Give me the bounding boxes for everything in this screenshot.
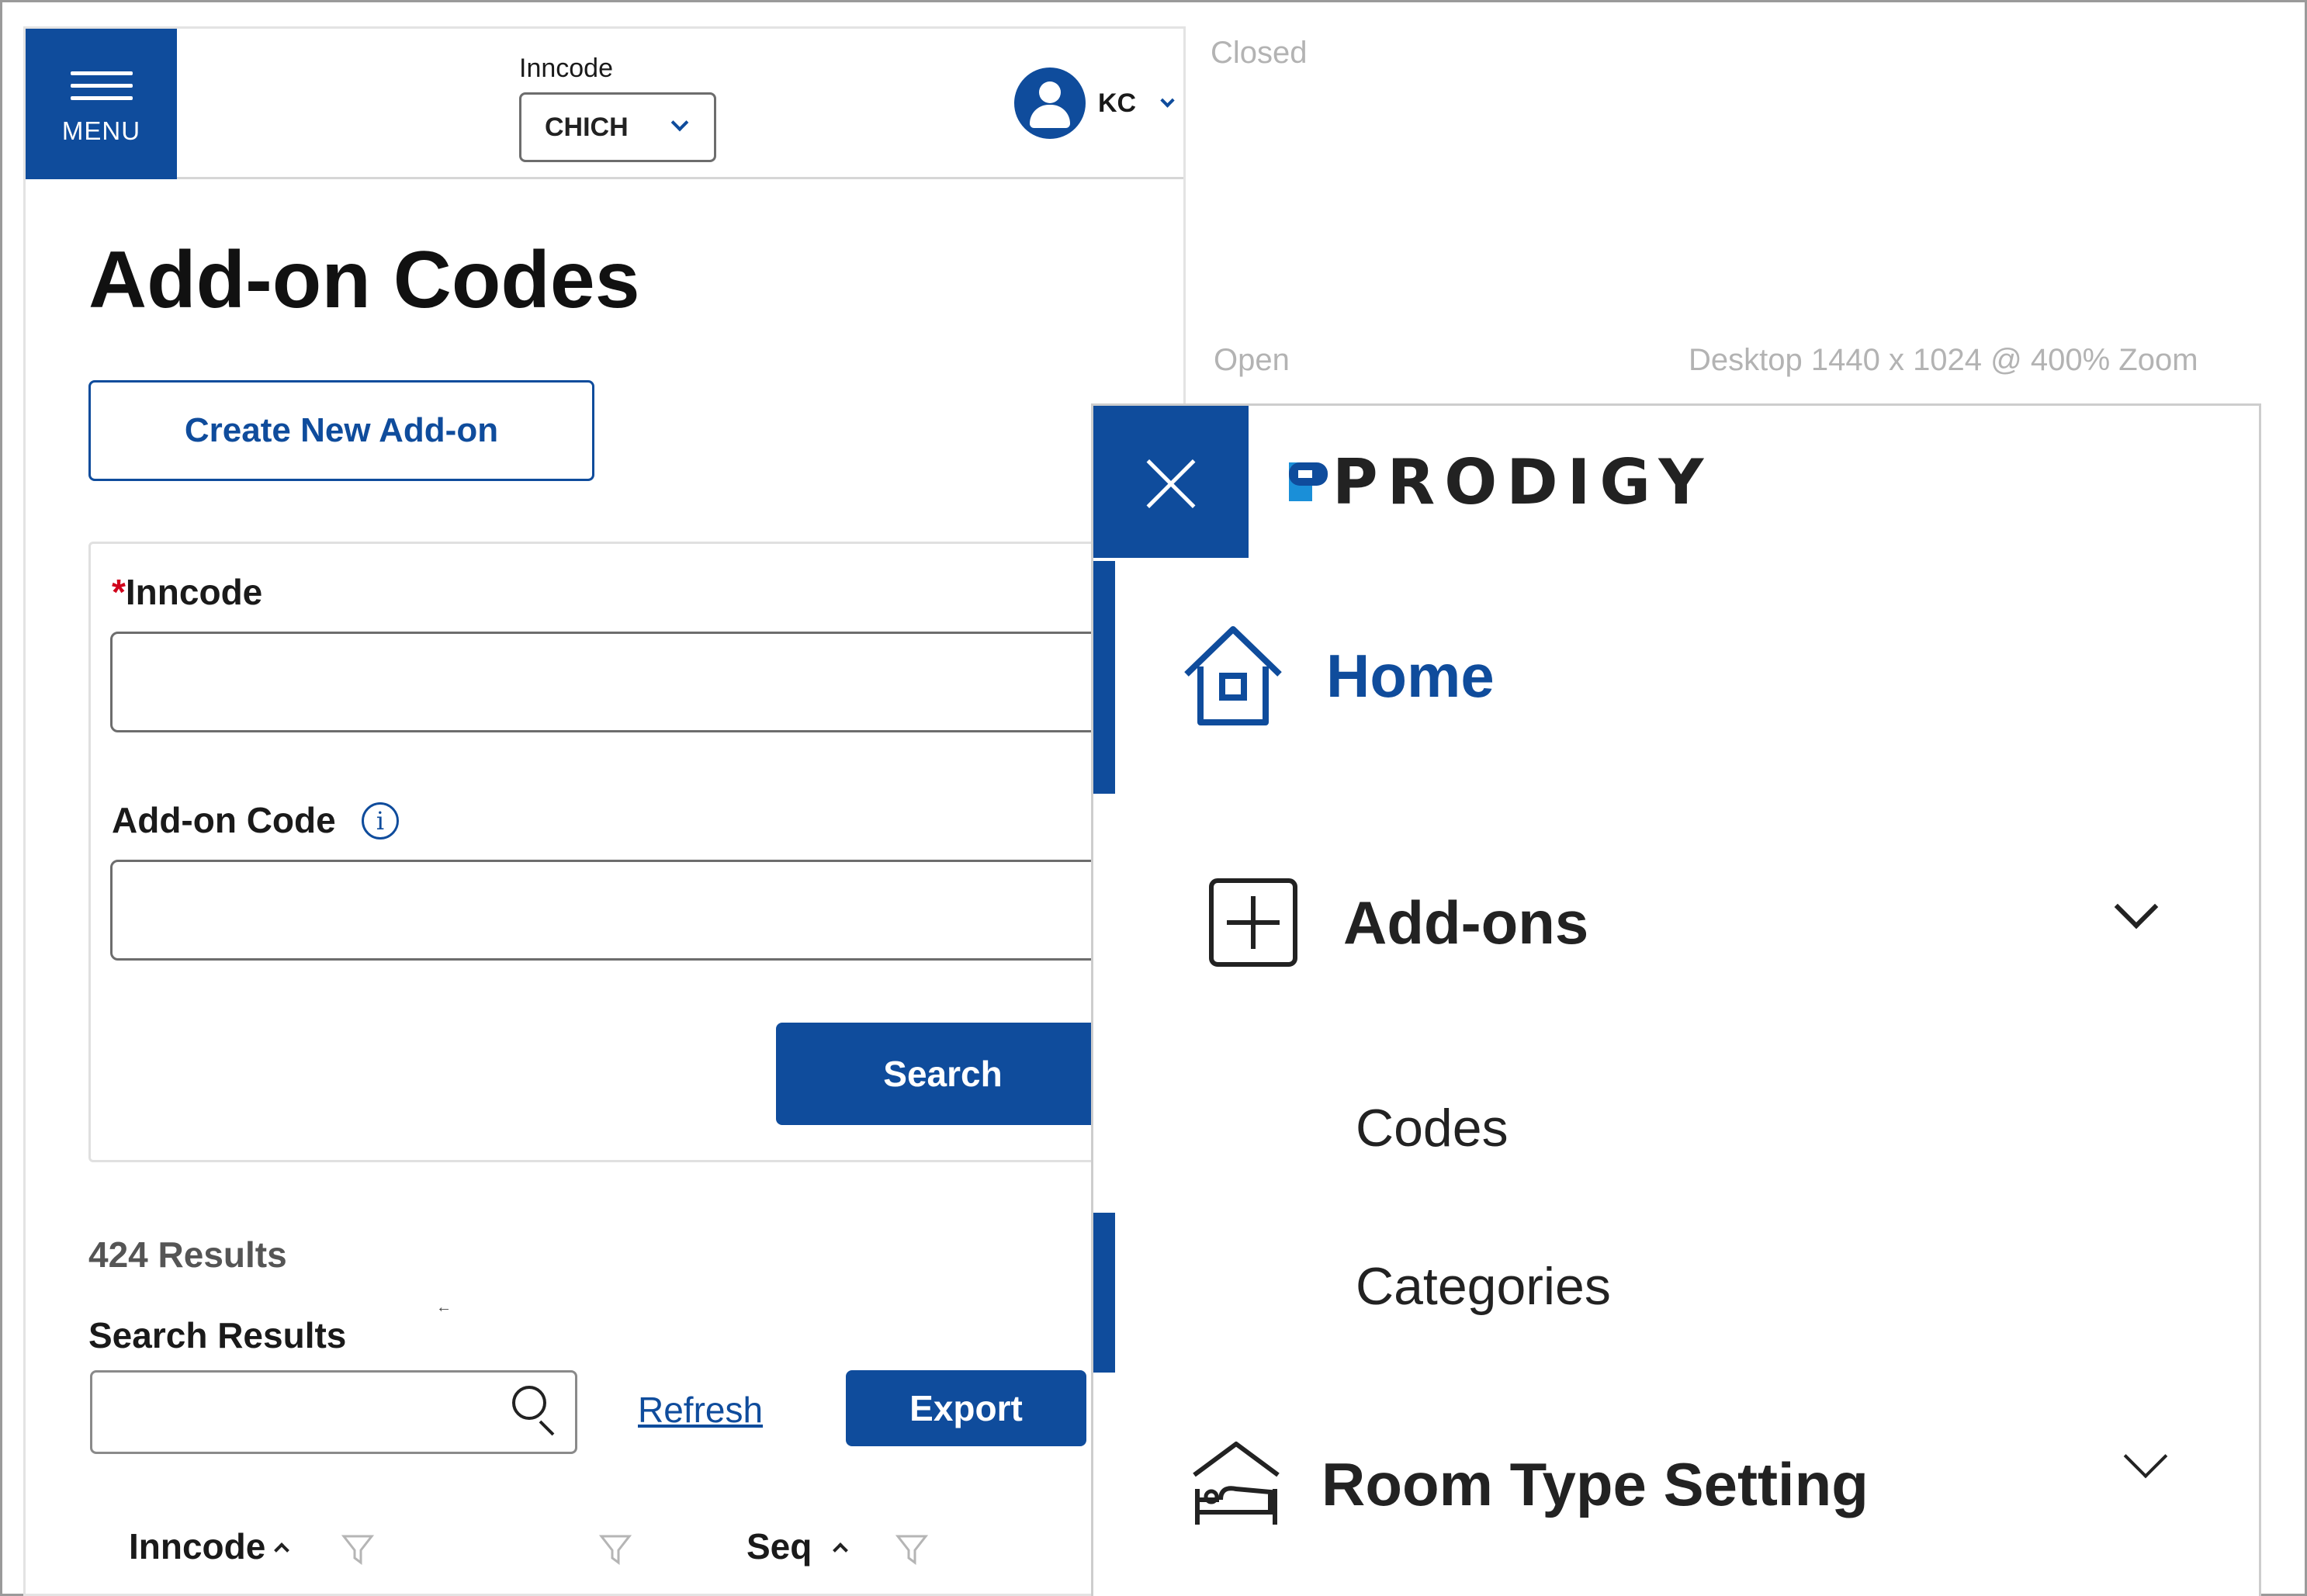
inncode-selector-label: Inncode [519,54,613,83]
results-filter-input[interactable] [90,1370,577,1454]
search-button[interactable]: Search [776,1023,1110,1125]
column-header-seq[interactable]: Seq [746,1525,849,1567]
nav-item-addons-label: Add-ons [1343,888,1589,957]
avatar [1014,68,1086,139]
sort-ascending-icon [274,1542,290,1558]
chevron-down-icon [2114,885,2159,930]
bed-house-icon [1193,1442,1280,1525]
column-header-inncode-label: Inncode [129,1526,266,1567]
closed-state-annotation: Closed [1211,36,1308,70]
nav-item-room-type-setting[interactable]: Room Type Setting [1190,1434,2229,1531]
results-count: 424 Results [88,1234,287,1275]
plus-square-icon [1209,878,1297,967]
nav-subitem-categories-label: Categories [1356,1257,1611,1316]
filter-icon[interactable] [599,1533,632,1566]
addon-code-input[interactable] [110,860,1111,961]
nav-subitem-categories[interactable]: Categories [1356,1256,1611,1317]
addon-code-field-label: Add-on Code [112,800,336,840]
nav-subitem-codes[interactable]: Codes [1356,1098,1509,1158]
hamburger-icon [70,63,133,109]
column-header-seq-label: Seq [746,1526,812,1567]
brand-mark-icon [1289,462,1328,501]
refresh-link[interactable]: Refresh [638,1389,763,1431]
open-state-annotation: Open [1214,343,1290,377]
home-icon [1184,626,1282,725]
active-item-indicator [1093,561,1115,794]
inncode-input[interactable] [110,632,1111,732]
viewport-annotation: Desktop 1440 x 1024 @ 400% Zoom [1689,343,2198,377]
chevron-down-icon [1160,92,1175,108]
chevron-down-icon [2123,1434,2168,1479]
nav-item-room-type-setting-label: Room Type Setting [1322,1449,1869,1518]
user-menu[interactable]: KC [1014,68,1175,139]
inncode-selector[interactable]: CHICH [519,92,716,162]
inncode-selector-value: CHICH [545,112,629,142]
menu-button-label: MENU [61,116,141,145]
brand-logo: PRODIGY [1289,446,1713,518]
page-title-display: Add-on Codes [88,235,640,325]
menu-button[interactable]: MENU [26,29,177,179]
nav-item-addons[interactable]: Add-ons [1207,876,2215,969]
required-marker: * [112,572,126,612]
inncode-field-label-text: Inncode [125,572,263,612]
create-new-addon-button[interactable]: Create New Add-on [88,380,594,481]
user-initials: KC [1098,88,1137,118]
top-bar: MENU Inncode CHICH KC [26,29,1183,179]
sort-ascending-icon [833,1542,849,1558]
nav-item-home[interactable]: Home [1179,621,1495,730]
section-indicator [1093,1213,1115,1373]
filter-icon[interactable] [341,1533,374,1566]
brand-name: PRODIGY [1332,445,1713,518]
close-menu-button[interactable] [1093,406,1249,558]
cursor-arrow-icon: ← [436,1299,452,1316]
column-header-inncode[interactable]: Inncode [129,1525,290,1567]
search-results-heading: Search Results [88,1315,347,1355]
export-button[interactable]: Export [846,1370,1086,1446]
chevron-down-icon [670,113,689,132]
info-icon[interactable]: i [362,802,399,840]
filter-icon[interactable] [895,1533,928,1566]
nav-item-home-label: Home [1326,641,1495,710]
navigation-drawer: PRODIGY Home Add-ons Codes Categories Ro… [1091,403,2261,1596]
inncode-field-label: *Inncode [112,571,262,613]
nav-subitem-codes-label: Codes [1356,1099,1509,1158]
search-icon[interactable] [512,1386,559,1436]
